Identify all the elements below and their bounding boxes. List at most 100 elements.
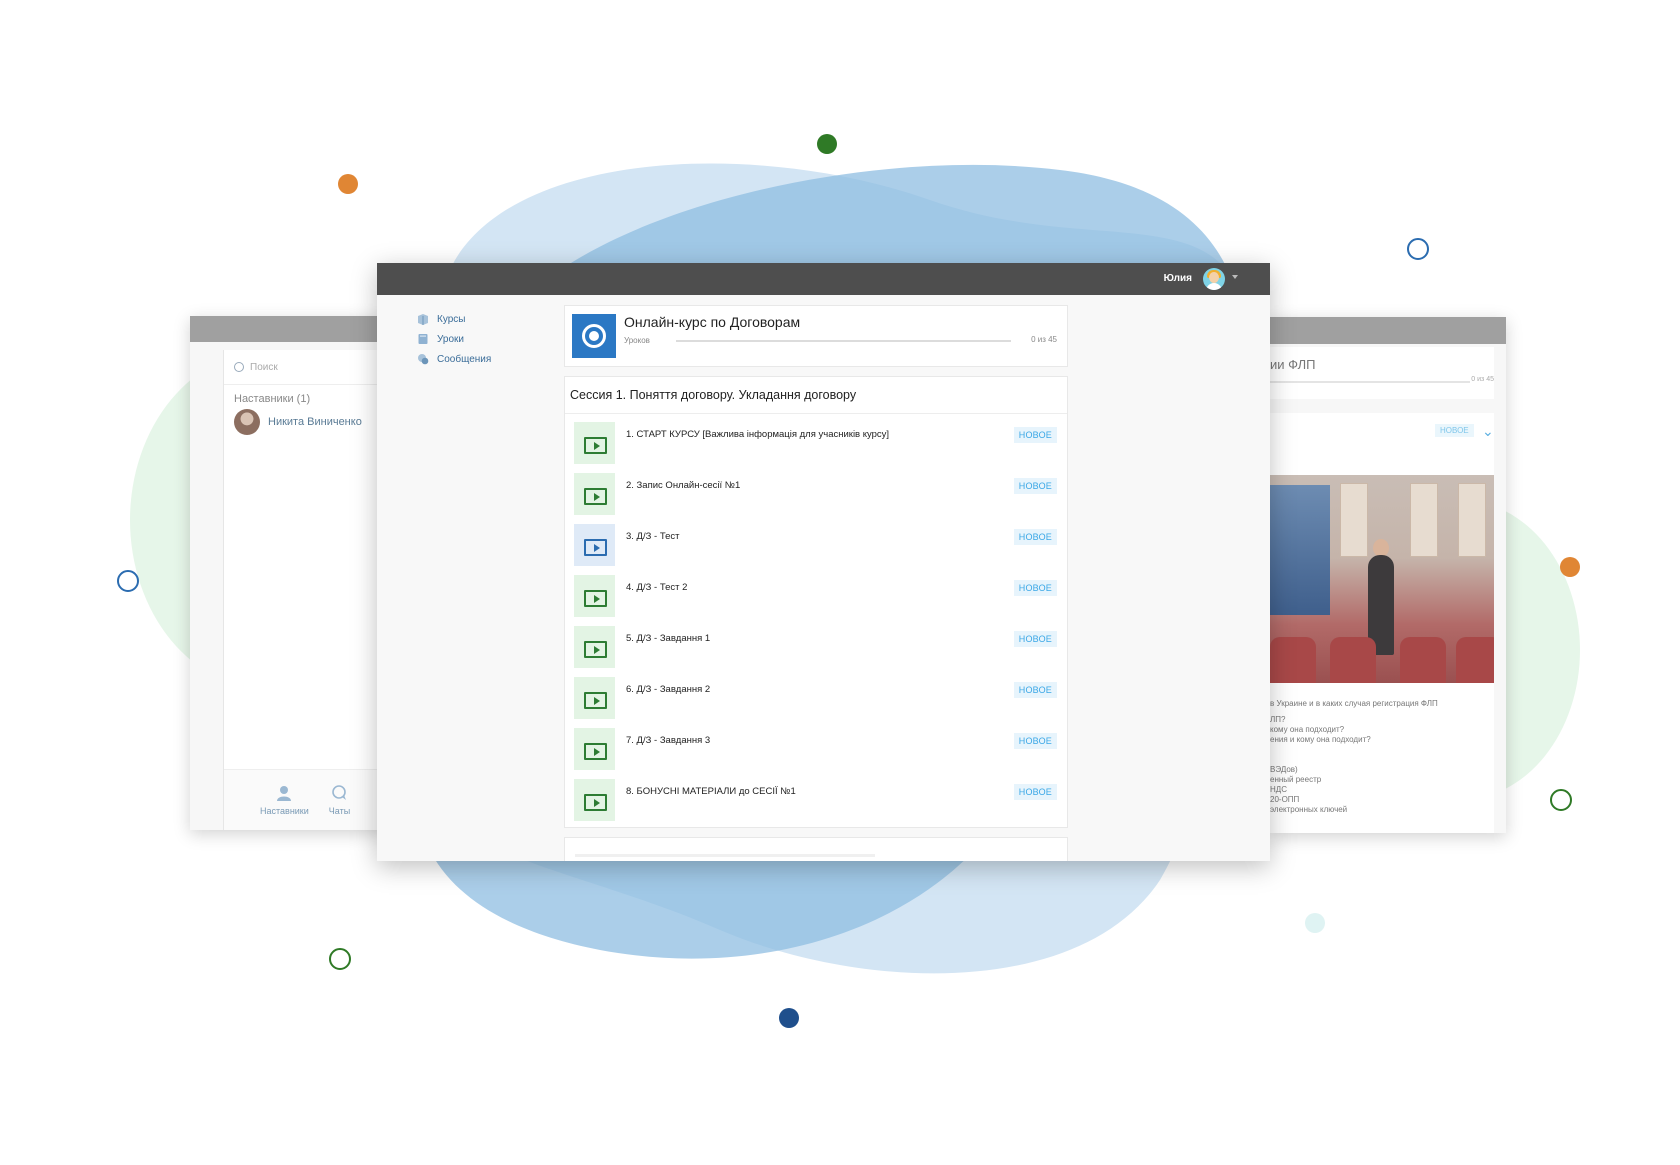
play-icon [594, 646, 600, 654]
video-lesson-icon [574, 422, 615, 464]
lesson-item[interactable]: 3. Д/З - Тест НОВОЕ [565, 516, 1067, 567]
lesson-item[interactable]: 5. Д/З - Завдання 1 НОВОЕ [565, 618, 1067, 669]
lesson-title: 2. Запис Онлайн-сесії №1 [626, 480, 741, 491]
status-badge: НОВОЕ [1013, 733, 1057, 749]
video-frame [584, 539, 607, 556]
ring-blue-1 [1407, 238, 1429, 260]
lesson-title: 7. Д/З - Завдання 3 [626, 735, 711, 746]
avatar-face [1209, 272, 1219, 283]
desc-line: кому она подходит? [1270, 725, 1345, 734]
lessons-label: Уроков [624, 336, 650, 345]
video-frame [584, 437, 607, 454]
desc-line: в Украине и в каких случая регистрация Ф… [1270, 699, 1438, 708]
lesson-description: в Украине и в каких случая регистрация Ф… [1270, 699, 1438, 815]
lesson-item[interactable]: 8. БОНУСНІ МАТЕРІАЛИ до СЕСІЇ №1 НОВОЕ [565, 771, 1067, 822]
video-lesson-icon [574, 677, 615, 719]
tab-mentors[interactable]: Наставники [260, 770, 309, 830]
search-input[interactable]: Поиск [224, 350, 390, 385]
course-detail-lesson: НОВОЕ ⌄ в Украине и в каких случая регис… [1270, 413, 1494, 833]
sidebar-item-label: Уроки [437, 333, 464, 345]
video-lesson-icon [574, 779, 615, 821]
ring-green-1 [1550, 789, 1572, 811]
lesson-item[interactable]: 1. СТАРТ КУРСУ [Важлива інформація для у… [565, 414, 1067, 465]
mentors-panel: Поиск Наставники (1) Никита Виниченко На… [223, 350, 390, 830]
photo-chair-4 [1456, 637, 1494, 683]
lesson-item[interactable]: 7. Д/З - Завдання 3 НОВОЕ [565, 720, 1067, 771]
play-icon [594, 697, 600, 705]
status-badge: НОВОЕ [1013, 427, 1057, 443]
status-badge: НОВОЕ [1013, 580, 1057, 596]
user-avatar-icon[interactable] [1203, 268, 1225, 290]
mentor-avatar [234, 409, 260, 435]
ring-blue-2 [117, 570, 139, 592]
course-detail-title: ии ФЛП [1270, 357, 1316, 372]
mentors-window: Поиск Наставники (1) Никита Виниченко На… [190, 316, 390, 830]
play-icon [594, 799, 600, 807]
play-icon [594, 748, 600, 756]
course-window: Юлия Курсы Уроки Сообщения Онлайн-курс п… [377, 263, 1270, 861]
lesson-photo [1270, 475, 1494, 683]
tab-mentors-label: Наставники [260, 806, 309, 816]
lesson-title: 3. Д/З - Тест [626, 531, 680, 542]
desc-line: ения и кому она подходит? [1270, 735, 1371, 744]
session-card: Сессия 1. Поняття договору. Укладання до… [564, 376, 1068, 828]
status-badge: НОВОЕ [1013, 682, 1057, 698]
next-session-placeholder [575, 854, 875, 857]
sidebar: Курсы Уроки Сообщения [417, 309, 491, 369]
lessons-icon [418, 334, 428, 344]
video-lesson-icon [574, 626, 615, 668]
sidebar-item-courses[interactable]: Курсы [417, 309, 491, 329]
course-header-card[interactable]: Онлайн-курс по Договорам Уроков 0 из 45 [564, 305, 1068, 367]
status-badge: НОВОЕ [1013, 784, 1057, 800]
next-session-card[interactable] [564, 837, 1068, 861]
lesson-title: 8. БОНУСНІ МАТЕРІАЛИ до СЕСІЇ №1 [626, 786, 796, 797]
video-frame [584, 743, 607, 760]
lesson-title: 6. Д/З - Завдання 2 [626, 684, 711, 695]
lesson-item[interactable]: 2. Запис Онлайн-сесії №1 НОВОЕ [565, 465, 1067, 516]
sidebar-item-label: Сообщения [437, 353, 492, 365]
course-detail-header: ии ФЛП 0 из 45 [1270, 347, 1494, 399]
course-detail-window: ии ФЛП 0 из 45 НОВОЕ ⌄ в Украине и в как… [1270, 317, 1506, 833]
desc-line: енный реестр [1270, 775, 1322, 784]
dot-mint-1 [1305, 913, 1325, 933]
session-title[interactable]: Сессия 1. Поняття договору. Укладання до… [565, 377, 1067, 414]
photo-chair-3 [1400, 637, 1446, 683]
tab-chats[interactable]: Чаты [329, 770, 350, 830]
photo-chair-1 [1270, 637, 1316, 683]
sidebar-item-lessons[interactable]: Уроки [417, 329, 491, 349]
search-icon [234, 362, 244, 372]
lesson-item[interactable]: 6. Д/З - Завдання 2 НОВОЕ [565, 669, 1067, 720]
tab-chats-label: Чаты [328, 806, 351, 816]
username[interactable]: Юлия [1164, 273, 1192, 284]
chevron-down-icon[interactable] [1232, 275, 1238, 279]
messages-icon [418, 354, 429, 365]
photo-window-3 [1458, 483, 1486, 557]
search-placeholder: Поиск [250, 361, 278, 373]
video-lesson-icon [574, 575, 615, 617]
desc-line: 20-ОПП [1270, 795, 1300, 804]
photo-window-1 [1340, 483, 1368, 557]
logo-dot [589, 331, 599, 341]
status-badge: НОВОЕ [1435, 424, 1474, 437]
avatar-body [1206, 283, 1222, 290]
status-badge: НОВОЕ [1013, 478, 1057, 494]
mentor-item[interactable]: Никита Виниченко [224, 405, 390, 435]
chevron-down-icon[interactable]: ⌄ [1482, 423, 1494, 440]
desc-line: ВЭДов) [1270, 765, 1298, 774]
play-icon [594, 544, 600, 552]
sidebar-item-messages[interactable]: Сообщения [417, 349, 491, 369]
lesson-title: 4. Д/З - Тест 2 [626, 582, 688, 593]
desc-line: НДС [1270, 785, 1287, 794]
course-logo-icon [572, 314, 616, 358]
play-icon [594, 442, 600, 450]
status-badge: НОВОЕ [1013, 631, 1057, 647]
dot-orange-1 [338, 174, 358, 194]
video-frame [584, 641, 607, 658]
mentor-name: Никита Виниченко [268, 416, 362, 428]
lessons-count: 0 из 45 [1031, 335, 1057, 344]
lesson-item[interactable]: 4. Д/З - Тест 2 НОВОЕ [565, 567, 1067, 618]
bottom-tabs: Наставники Чаты [224, 769, 390, 830]
course-detail-count: 0 из 45 [1471, 376, 1494, 383]
play-icon [594, 595, 600, 603]
video-frame [584, 794, 607, 811]
